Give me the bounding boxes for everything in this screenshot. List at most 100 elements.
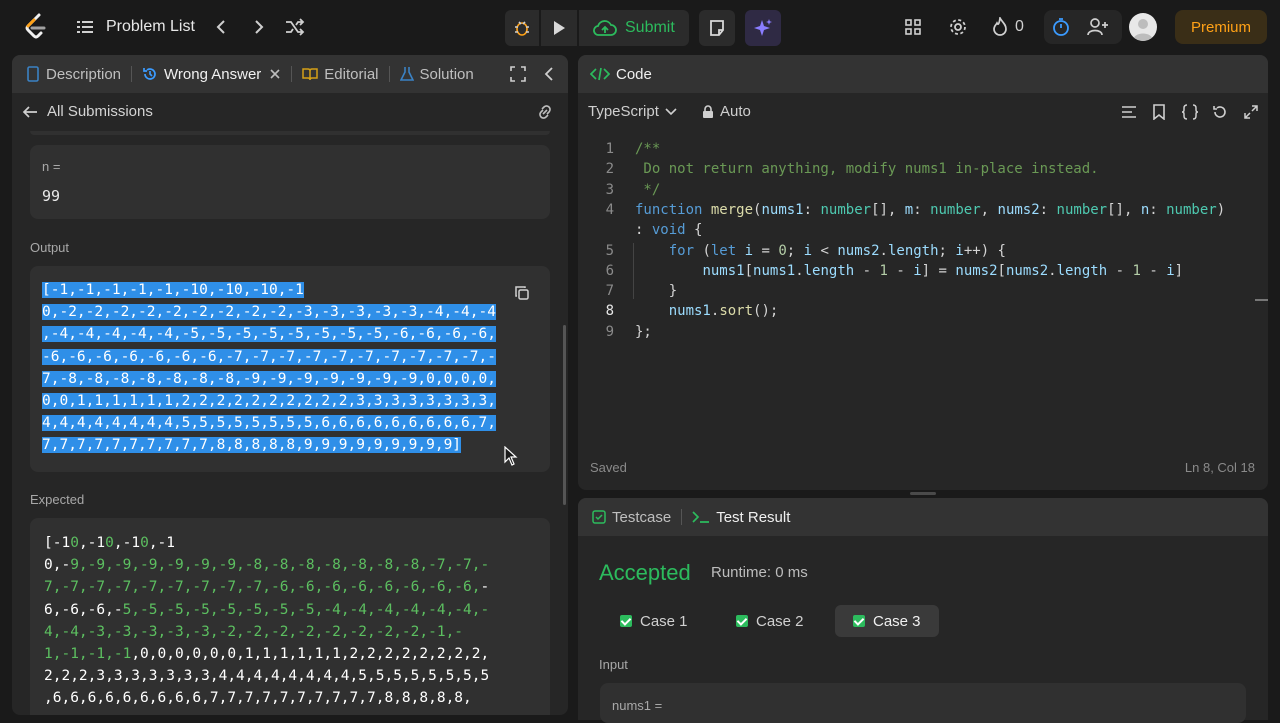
line-number: 5 (605, 242, 614, 259)
language-select[interactable]: TypeScript (588, 103, 677, 120)
tab-label: Code (616, 65, 652, 83)
mouse-cursor-icon (504, 446, 518, 466)
tab-editorial[interactable]: Editorial (292, 55, 388, 93)
code-line: } (635, 283, 678, 300)
n-input-card: n = 99 (30, 145, 550, 219)
notes-button[interactable] (698, 10, 735, 46)
submit-label: Submit (625, 19, 675, 36)
close-icon[interactable] (269, 68, 281, 80)
submission-detail-scroll[interactable]: n = 99 Output [-1,-1,-1,-1,-1,-10,-10,-1… (12, 131, 562, 715)
code-line: function merge(nums1: number[], m: numbe… (635, 201, 1226, 218)
previous-input-card (30, 131, 550, 135)
gear-icon[interactable] (947, 16, 969, 38)
case-1-tab[interactable]: Case 1 (602, 605, 706, 637)
leetcode-logo-icon[interactable] (22, 12, 50, 42)
output-card[interactable]: [-1,-1,-1,-1,-1,-10,-10,-10,-1 0,-2,-2,-… (30, 266, 550, 472)
check-icon (853, 615, 865, 627)
format-icon[interactable] (1121, 105, 1137, 119)
bug-icon (515, 21, 529, 36)
tab-test-result[interactable]: Test Result (682, 498, 800, 536)
list-icon[interactable] (76, 18, 94, 36)
problem-list-link[interactable]: Problem List (106, 18, 195, 36)
link-icon[interactable] (535, 103, 555, 121)
left-panel: Description Wrong Answer Editorial Solut… (12, 55, 568, 715)
expected-line: 6,-6,-6,-5,-5,-5,-5,-5,-5,-5,-5,-4,-4,-4… (44, 601, 490, 618)
code-line: /** (635, 141, 661, 157)
code-line: }; (635, 323, 652, 340)
premium-button[interactable]: Premium (1175, 10, 1267, 44)
code-line: for (let i = 0; i < nums2.length; i++) { (668, 242, 1006, 259)
case-label: Case 1 (640, 612, 688, 630)
output-line: ,-4,-4,-4,-4,-4,-5,-5,-5,-5,-5,-5,-5,-5,… (42, 326, 496, 343)
line-number: 8 (605, 303, 614, 320)
case-2-tab[interactable]: Case 2 (718, 605, 822, 637)
shuffle-icon[interactable] (284, 16, 306, 38)
bookmark-icon[interactable] (1152, 104, 1166, 120)
expected-line: 2,2,2,3,3,3,3,3,3,3,4,4,4,4,4,4,4,4,5,5,… (44, 668, 490, 685)
all-submissions-link[interactable]: All Submissions (47, 103, 153, 120)
expected-line: 7,-7,-7,-7,-7,-7,-7,-7,-7,-6,-6,-6,-6,-6… (44, 579, 490, 596)
output-value: [-1,-1,-1,-1,-1,-10,-10,-10,-1 0,-2,-2,-… (42, 279, 496, 457)
layout-icon[interactable] (902, 16, 924, 38)
chevron-left-icon[interactable] (543, 67, 555, 81)
line-number: 2 (605, 161, 614, 178)
submit-button[interactable]: Submit (579, 10, 689, 46)
copy-icon[interactable] (514, 285, 530, 301)
tab-description[interactable]: Description (12, 55, 131, 93)
expected-label: Expected (30, 492, 85, 507)
nums1-label: nums1 = (612, 698, 663, 713)
tab-testcase[interactable]: Testcase (578, 498, 681, 536)
expected-line: 4,-4,-3,-3,-3,-3,-3,-2,-2,-2,-2,-2,-2,-2… (44, 623, 464, 640)
auto-mode-toggle[interactable]: Auto (702, 103, 751, 120)
expected-line: 0,-9,-9,-9,-9,-9,-9,-9,-8,-8,-8,-8,-8,-8… (44, 557, 490, 574)
expected-line: 1,-1,-1,-1,0,0,0,0,0,0,1,1,1,1,1,1,2,2,2… (44, 646, 490, 663)
flask-icon (399, 67, 414, 81)
check-icon (736, 615, 748, 627)
case-3-tab[interactable]: Case 3 (835, 605, 939, 637)
result-tab-row: Testcase Test Result (578, 498, 1268, 536)
fire-icon[interactable] (989, 16, 1011, 38)
expand-icon[interactable] (510, 66, 526, 82)
line-number: 7 (605, 283, 614, 300)
code-line: nums1[nums1.length - 1 - i] = nums2[nums… (702, 262, 1184, 279)
play-icon (554, 21, 565, 35)
n-label: n = (42, 159, 61, 174)
expected-line: ,6,6,6,6,6,6,6,6,6,7,7,7,7,7,7,7,7,7,7,8… (44, 690, 472, 707)
run-button[interactable] (541, 10, 577, 46)
output-line: 7,-8,-8,-8,-8,-8,-8,-8,-9,-9,-9,-9,-9,-9… (42, 370, 496, 387)
case-label: Case 2 (756, 612, 804, 630)
saved-status: Saved (590, 460, 627, 475)
code-line: nums1.sort(); (668, 303, 779, 320)
line-number: 3 (605, 181, 614, 198)
result-status: Accepted (599, 560, 691, 585)
timer-icon[interactable] (1050, 16, 1072, 38)
nums1-input-card: nums1 = (600, 683, 1246, 723)
document-icon (27, 66, 39, 82)
output-line: 0,0,1,1,1,1,1,1,2,2,2,2,2,2,2,2,2,2,3,3,… (42, 393, 496, 410)
ai-button[interactable] (744, 10, 781, 46)
code-editor[interactable]: 1 /** 2 Do not return anything, modify nu… (578, 139, 1268, 439)
add-user-icon[interactable] (1087, 16, 1109, 38)
code-tab-row: Code (578, 55, 1268, 93)
resize-handle[interactable] (910, 492, 936, 495)
arrow-left-icon[interactable] (22, 105, 38, 119)
debug-button[interactable] (505, 10, 539, 46)
editor-toolbar: TypeScript Auto (578, 93, 1268, 131)
code-line: : void { (635, 222, 703, 239)
n-value: 99 (42, 187, 61, 205)
braces-icon[interactable] (1181, 104, 1199, 120)
output-line: -6,-6,-6,-6,-6,-6,-6,-7,-7,-7,-7,-7,-7,-… (42, 348, 496, 365)
chevron-left-icon[interactable] (210, 16, 232, 38)
case-label: Case 3 (873, 612, 921, 630)
history-icon (143, 68, 156, 80)
avatar[interactable] (1129, 13, 1157, 41)
scrollbar[interactable] (563, 325, 566, 505)
expand-icon[interactable] (1244, 105, 1258, 119)
tab-code[interactable]: Code (578, 55, 662, 93)
tab-solutions[interactable]: Solution (390, 55, 490, 93)
input-label: Input (599, 657, 628, 672)
reset-icon[interactable] (1212, 104, 1228, 120)
run-submit-group: Submit (505, 10, 781, 46)
chevron-right-icon[interactable] (248, 16, 270, 38)
tab-wrong-answer[interactable]: Wrong Answer (132, 55, 291, 93)
